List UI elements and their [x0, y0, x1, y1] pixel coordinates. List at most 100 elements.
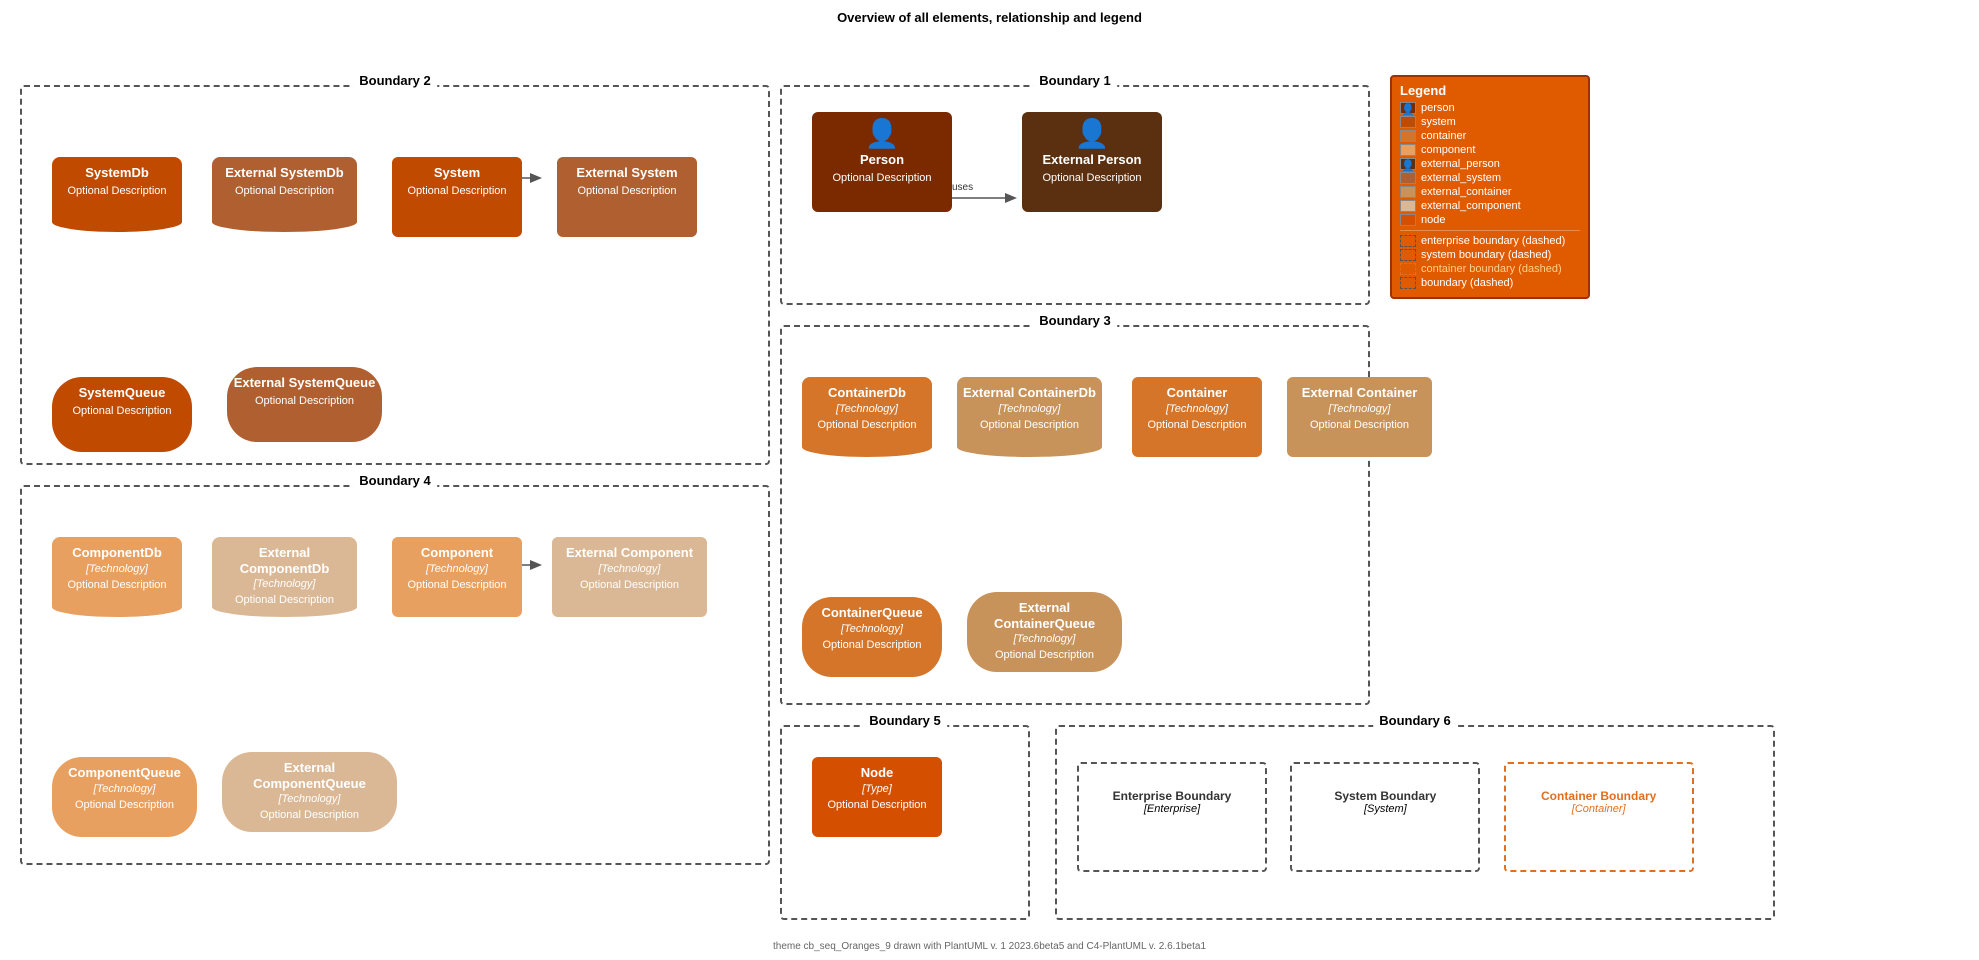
legend-item-component: component — [1400, 144, 1580, 156]
boundary-1: Boundary 1 👤 Person Optional Description… — [780, 85, 1370, 305]
ext-container-label: External Container — [1293, 385, 1426, 401]
component-desc: Optional Description — [398, 579, 516, 591]
containerdb-card: ContainerDb [Technology] Optional Descri… — [802, 377, 932, 457]
ext-person-desc: Optional Description — [1028, 172, 1156, 184]
legend-item-bnd: boundary (dashed) — [1400, 277, 1580, 289]
legend-swatch-enterprise-bnd — [1400, 235, 1416, 247]
boundary-5-title: Boundary 5 — [863, 713, 947, 728]
boundary-3-title: Boundary 3 — [1033, 313, 1117, 328]
legend-panel: Legend 👤 person system container compone… — [1390, 75, 1590, 299]
ext-componentdb-desc: Optional Description — [218, 594, 351, 606]
ext-component-label: External Component — [558, 545, 701, 561]
component-label: Component — [398, 545, 516, 561]
legend-item-ext-person: 👤 external_person — [1400, 158, 1580, 170]
legend-label-node: node — [1421, 214, 1445, 226]
component-tech: [Technology] — [398, 563, 516, 575]
containerdb-desc: Optional Description — [808, 419, 926, 431]
componentdb-tech: [Technology] — [58, 563, 176, 575]
legend-item-ext-component: external_component — [1400, 200, 1580, 212]
ext-systemdb-label: External SystemDb — [218, 165, 351, 181]
ext-componentqueue-label: External ComponentQueue — [228, 760, 391, 791]
ext-containerdb-card: External ContainerDb [Technology] Option… — [957, 377, 1102, 457]
legend-item-system-bnd: system boundary (dashed) — [1400, 249, 1580, 261]
legend-label-bnd: boundary (dashed) — [1421, 277, 1513, 289]
node-card: Node [Type] Optional Description — [812, 757, 942, 837]
ext-componentqueue-desc: Optional Description — [228, 809, 391, 821]
legend-label-component: component — [1421, 144, 1475, 156]
legend-swatch-ext-container — [1400, 186, 1416, 198]
enterprise-boundary-el: Enterprise Boundary [Enterprise] — [1077, 762, 1267, 872]
container-boundary-label: Container Boundary — [1506, 789, 1692, 803]
footer-text: theme cb_seq_Oranges_9 drawn with PlantU… — [773, 941, 1206, 952]
legend-swatch-component — [1400, 144, 1416, 156]
ext-componentdb-card: External ComponentDb [Technology] Option… — [212, 537, 357, 617]
legend-label-ext-container: external_container — [1421, 186, 1512, 198]
legend-title: Legend — [1400, 83, 1580, 98]
ext-person-label: External Person — [1028, 152, 1156, 168]
legend-swatch-ext-system — [1400, 172, 1416, 184]
boundary-6: Boundary 6 Enterprise Boundary [Enterpri… — [1055, 725, 1775, 920]
ext-container-card: External Container [Technology] Optional… — [1287, 377, 1432, 457]
ext-system-card: External System Optional Description — [557, 157, 697, 237]
legend-item-person: 👤 person — [1400, 102, 1580, 114]
legend-label-container: container — [1421, 130, 1466, 142]
boundary-2: Boundary 2 SystemDb Optional Description… — [20, 85, 770, 465]
container-boundary-tech: [Container] — [1506, 803, 1692, 815]
ext-system-desc: Optional Description — [563, 185, 691, 197]
systemqueue-card: SystemQueue Optional Description — [52, 377, 192, 452]
containerqueue-tech: [Technology] — [808, 623, 936, 635]
containerdb-tech: [Technology] — [808, 403, 926, 415]
legend-label-ext-person: external_person — [1421, 158, 1500, 170]
container-label: Container — [1138, 385, 1256, 401]
container-desc: Optional Description — [1138, 419, 1256, 431]
ext-system-label: External System — [563, 165, 691, 181]
node-desc: Optional Description — [818, 799, 936, 811]
page-title: Overview of all elements, relationship a… — [0, 0, 1979, 30]
ext-component-tech: [Technology] — [558, 563, 701, 575]
legend-divider — [1400, 230, 1580, 231]
system-label: System — [398, 165, 516, 181]
person-label: Person — [818, 152, 946, 168]
ext-containerqueue-desc: Optional Description — [973, 649, 1116, 661]
person-icon: 👤 — [818, 120, 946, 148]
system-boundary-el: System Boundary [System] — [1290, 762, 1480, 872]
boundary-4: Boundary 4 ComponentDb [Technology] Opti… — [20, 485, 770, 865]
ext-component-card: External Component [Technology] Optional… — [552, 537, 707, 617]
system-boundary-tech: [System] — [1292, 803, 1478, 815]
componentdb-desc: Optional Description — [58, 579, 176, 591]
legend-label-enterprise-bnd: enterprise boundary (dashed) — [1421, 235, 1565, 247]
legend-swatch-person: 👤 — [1400, 102, 1416, 114]
person-desc: Optional Description — [818, 172, 946, 184]
legend-label-ext-system: external_system — [1421, 172, 1501, 184]
legend-item-ext-container: external_container — [1400, 186, 1580, 198]
container-boundary-el: Container Boundary [Container] — [1504, 762, 1694, 872]
systemqueue-label: SystemQueue — [58, 385, 186, 401]
componentqueue-tech: [Technology] — [58, 783, 191, 795]
systemdb-label: SystemDb — [58, 165, 176, 181]
ext-containerdb-tech: [Technology] — [963, 403, 1096, 415]
systemdb-desc: Optional Description — [58, 185, 176, 197]
container-tech: [Technology] — [1138, 403, 1256, 415]
enterprise-boundary-label: Enterprise Boundary — [1079, 789, 1265, 803]
ext-containerqueue-tech: [Technology] — [973, 633, 1116, 645]
componentqueue-card: ComponentQueue [Technology] Optional Des… — [52, 757, 197, 837]
legend-swatch-ext-component — [1400, 200, 1416, 212]
enterprise-boundary-tech: [Enterprise] — [1079, 803, 1265, 815]
legend-swatch-container — [1400, 130, 1416, 142]
ext-containerdb-desc: Optional Description — [963, 419, 1096, 431]
legend-item-node: node — [1400, 214, 1580, 226]
ext-systemqueue-label: External SystemQueue — [233, 375, 376, 391]
legend-swatch-system-bnd — [1400, 249, 1416, 261]
boundary-3: Boundary 3 ContainerDb [Technology] Opti… — [780, 325, 1370, 705]
componentdb-label: ComponentDb — [58, 545, 176, 561]
node-label: Node — [818, 765, 936, 781]
legend-label-ext-component: external_component — [1421, 200, 1521, 212]
legend-label-person: person — [1421, 102, 1455, 114]
system-boundary-label: System Boundary — [1292, 789, 1478, 803]
legend-item-ext-system: external_system — [1400, 172, 1580, 184]
main-canvas: uses uses uses uses Boundary 2 SystemDb … — [0, 30, 1979, 960]
ext-container-desc: Optional Description — [1293, 419, 1426, 431]
node-tech: [Type] — [818, 783, 936, 795]
legend-item-container-bnd: container boundary (dashed) — [1400, 263, 1580, 275]
system-desc: Optional Description — [398, 185, 516, 197]
